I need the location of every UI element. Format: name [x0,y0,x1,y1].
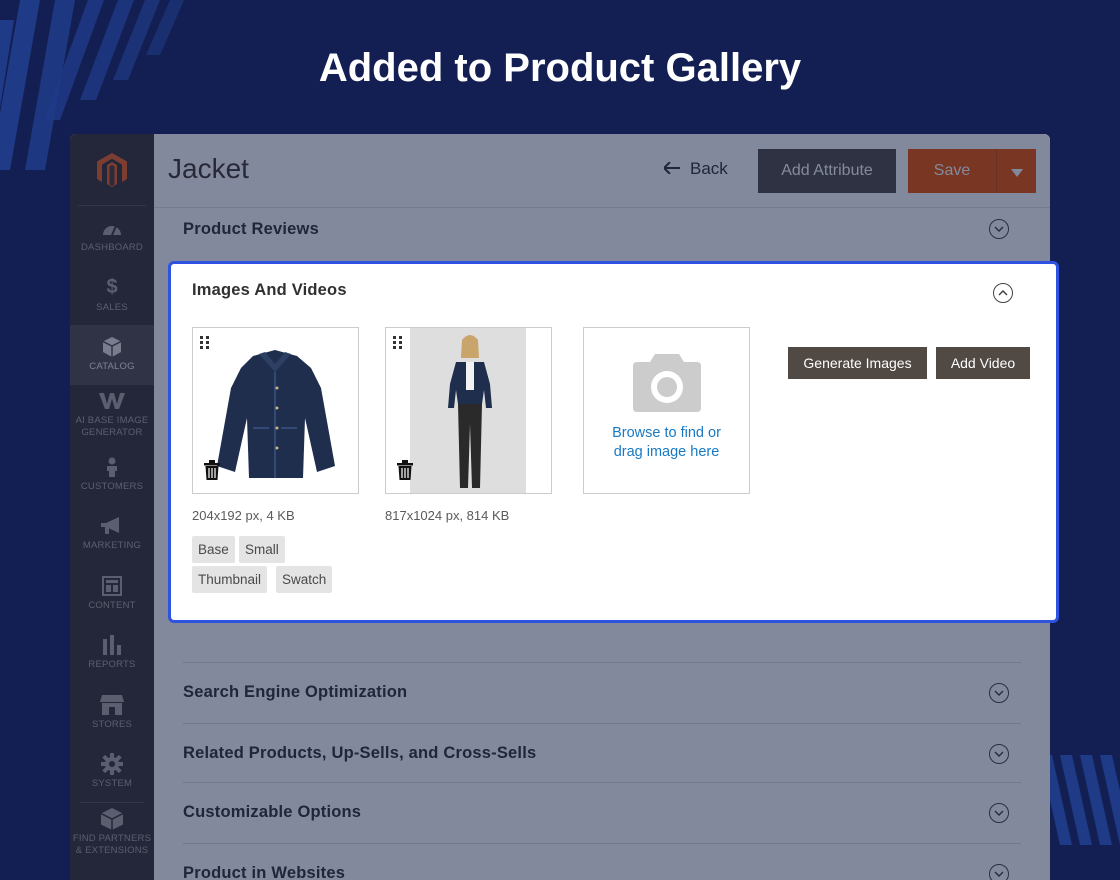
chevron-up-icon[interactable] [993,283,1013,303]
upload-instructions[interactable]: Browse to find or drag image here [612,424,721,462]
sidebar-item-sales[interactable]: $ SALES [70,266,154,326]
section-title: Customizable Options [183,803,362,821]
image-info: 817x1024 px, 814 KB [385,508,510,523]
sidebar-item-catalog[interactable]: CATALOG [70,325,154,385]
magento-logo-icon[interactable] [78,134,146,206]
trash-icon[interactable] [397,460,413,484]
image-role-tag[interactable]: Thumbnail [192,566,268,593]
section-title: Related Products, Up-Sells, and Cross-Se… [183,744,537,762]
images-and-videos-panel: Images And Videos 204x192 px, 4 KB 817x1… [168,261,1059,623]
sidebar-item-label: REPORTS [88,659,136,671]
sidebar-item-ai-base-image-generator[interactable]: AI BASE IMAGE GENERATOR [70,385,154,445]
chevron-down-icon [989,219,1009,239]
upload-text-line: drag image here [613,444,720,460]
sidebar-item-reports[interactable]: REPORTS [70,623,154,683]
section-title: Product Reviews [183,219,319,238]
page-header: Jacket Back Add Attribute Save [154,134,1050,208]
section-title: Product in Websites [183,864,346,880]
image-role-tag[interactable]: Small [239,536,285,563]
back-button[interactable]: Back [662,159,728,179]
caret-down-icon [1010,162,1023,181]
section-customizable-options[interactable]: Customizable Options [183,782,1021,842]
chevron-down-icon [989,682,1009,703]
decorative-stripes-bottom-right [1040,755,1120,845]
gallery-image[interactable] [192,327,359,494]
chevron-down-icon [989,863,1009,880]
camera-icon [632,354,701,416]
sidebar-item-content[interactable]: CONTENT [70,564,154,624]
cube-icon [101,808,123,830]
sidebar-item-label: SYSTEM [91,778,133,790]
layout-icon [102,575,122,597]
sidebar-item-label: AI BASE IMAGE GENERATOR [75,415,149,438]
drag-handle-icon[interactable] [393,335,403,354]
megaphone-icon [101,515,123,537]
headline: Added to Product Gallery [318,46,802,90]
sidebar-item-label: CATALOG [89,361,135,373]
image-role-tag[interactable]: Base [192,536,235,563]
image-info: 204x192 px, 4 KB [192,508,295,523]
generate-images-button[interactable]: Generate Images [788,347,927,379]
sidebar-item-find-partners[interactable]: FIND PARTNERS & EXTENSIONS [70,803,154,863]
image-upload-dropzone[interactable]: Browse to find or drag image here [583,327,750,494]
trash-icon[interactable] [204,460,220,484]
drag-handle-icon[interactable] [200,335,210,354]
person-icon [105,456,119,478]
sidebar-item-stores[interactable]: STORES [70,683,154,743]
save-options-toggle[interactable] [996,149,1036,193]
section-title: Images And Videos [192,281,347,299]
sidebar-item-label: FIND PARTNERS & EXTENSIONS [72,833,152,856]
sidebar-item-system[interactable]: SYSTEM [70,742,154,802]
chevron-down-icon [989,743,1009,764]
chevron-down-icon [989,802,1009,823]
gear-icon [101,753,123,776]
section-product-in-websites[interactable]: Product in Websites [183,843,1021,880]
page-title: Jacket [168,153,249,184]
dashboard-icon [101,217,123,239]
add-attribute-button[interactable]: Add Attribute [758,149,896,193]
sidebar-item-label: SALES [96,301,128,313]
section-product-reviews[interactable]: Product Reviews [183,208,1021,250]
back-button-label: Back [690,159,728,178]
section-related-products[interactable]: Related Products, Up-Sells, and Cross-Se… [183,723,1021,783]
upload-text-line: Browse to find or [612,425,721,441]
sidebar-item-label: DASHBOARD [81,242,143,254]
image-role-tag[interactable]: Swatch [276,566,333,593]
sidebar-item-label: STORES [91,718,133,730]
admin-sidebar: DASHBOARD $ SALES CATALOG AI BASE IMAGE … [70,134,154,880]
bar-chart-icon [102,634,122,656]
sidebar-item-dashboard[interactable]: DASHBOARD [70,206,154,266]
box-icon [103,336,121,358]
arrow-left-icon [662,159,680,179]
ai-w-icon [99,390,125,412]
add-video-button[interactable]: Add Video [936,347,1030,379]
sidebar-item-label: CONTENT [88,599,136,611]
store-icon [100,694,124,716]
sidebar-item-label: CUSTOMERS [80,480,144,492]
section-title: Search Engine Optimization [183,683,408,701]
save-button[interactable]: Save [908,149,996,193]
sidebar-item-customers[interactable]: CUSTOMERS [70,445,154,505]
gallery-image[interactable] [385,327,552,494]
dollar-icon: $ [106,276,118,299]
sidebar-item-marketing[interactable]: MARKETING [70,504,154,564]
sidebar-item-label: MARKETING [82,540,142,552]
section-seo[interactable]: Search Engine Optimization [183,662,1021,722]
